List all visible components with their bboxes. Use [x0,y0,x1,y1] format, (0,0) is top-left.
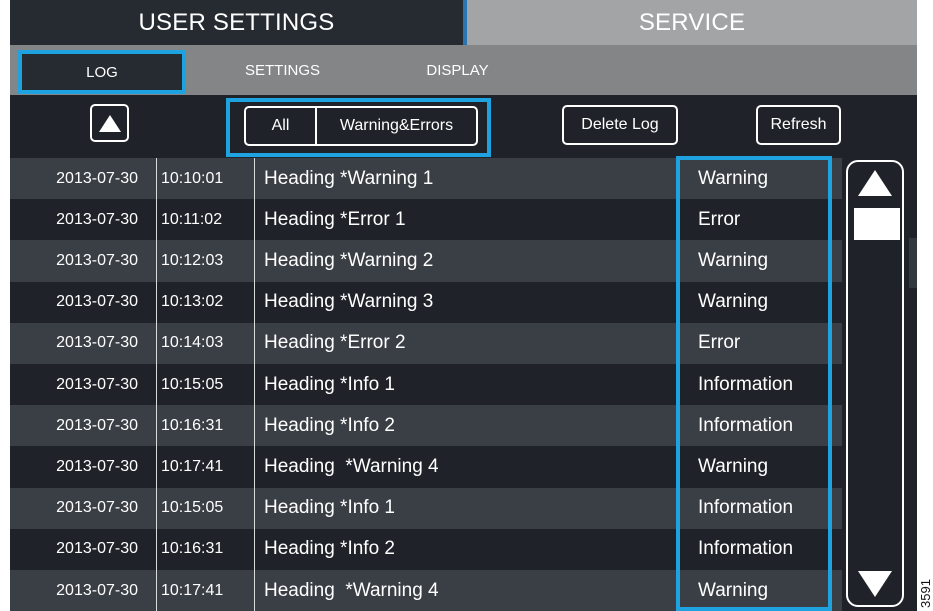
log-time: 10:10:01 [156,158,255,200]
log-date: 2013-07-30 [56,210,138,228]
scroll-up-arrow-icon[interactable] [858,170,892,196]
log-heading: Heading *Warning 1 [264,167,434,189]
log-row[interactable]: 2013-07-30 10:14:03 Heading *Error 2 Error [10,322,842,364]
sub-tab-bar: LOG SETTINGS DISPLAY [10,45,917,95]
log-date: 2013-07-30 [56,334,138,352]
scroll-down-arrow-icon[interactable] [858,571,892,597]
log-type: Information [698,373,794,395]
arrow-up-icon [98,114,121,132]
log-date: 2013-07-30 [56,581,138,599]
log-time: 10:15:05 [156,487,255,529]
tab-service[interactable]: SERVICE [467,0,917,45]
log-type: Information [698,414,794,436]
log-time: 10:13:02 [156,281,255,323]
log-date: 2013-07-30 [56,457,138,475]
log-date: 2013-07-30 [56,293,138,311]
log-toolbar: All Warning&Errors Delete Log Refresh [10,95,917,158]
log-type: Warning [698,167,769,189]
log-type: Information [698,497,794,519]
log-type: Warning [698,291,769,313]
log-date: 2013-07-30 [56,251,138,269]
log-time: 10:17:41 [156,446,255,488]
log-type: Error [698,208,741,230]
refresh-button[interactable]: Refresh [756,105,841,145]
log-time: 10:17:41 [156,570,255,611]
log-type: Error [698,332,741,354]
log-heading: Heading *Info 2 [264,414,395,436]
tab-user-settings[interactable]: USER SETTINGS [10,0,463,45]
side-handle [909,238,917,288]
log-heading: Heading *Warning 3 [264,291,434,313]
log-row[interactable]: 2013-07-30 10:16:31 Heading *Info 2 Informa… [10,528,842,570]
log-time: 10:14:03 [156,322,255,364]
log-time: 10:15:05 [156,364,255,406]
log-type: Information [698,538,794,560]
log-heading: Heading *Info 1 [264,497,395,519]
log-row[interactable]: 2013-07-30 10:17:41 Heading *Warning 4 Warn… [10,446,842,488]
scroll-thumb[interactable] [854,208,900,240]
log-date: 2013-07-30 [56,169,138,187]
log-time: 10:16:31 [156,528,255,570]
log-date: 2013-07-30 [56,416,138,434]
filter-toggle-group: All Warning&Errors [244,106,478,146]
log-heading: Heading *Error 1 [264,208,406,230]
log-type: Warning [698,455,769,477]
log-type: Warning [698,579,769,601]
log-heading: Heading *Warning 2 [264,249,434,271]
top-tab-bar: USER SETTINGS SERVICE [10,0,917,45]
sub-tab-display[interactable]: DISPLAY [400,45,515,95]
log-row[interactable]: 2013-07-30 10:16:31 Heading *Info 2 Informa… [10,405,842,447]
log-date: 2013-07-30 [56,375,138,393]
log-heading: Heading *Warning 4 [264,579,439,601]
figure-number: 3591 [918,579,933,608]
log-time: 10:16:31 [156,405,255,447]
log-row[interactable]: 2013-07-30 10:15:05 Heading *Info 1 Informa… [10,364,842,406]
log-row[interactable]: 2013-07-30 10:10:01 Heading *Warning 1 Warn… [10,158,842,200]
log-row[interactable]: 2013-07-30 10:11:02 Heading *Error 1 Error [10,199,842,241]
sub-tab-log[interactable]: LOG [18,50,186,94]
page-up-button[interactable] [90,104,129,142]
log-screen: USER SETTINGS SERVICE LOG SETTINGS DISPL… [10,0,917,611]
log-type: Warning [698,249,769,271]
log-heading: Heading *Warning 4 [264,455,439,477]
log-table: 2013-07-30 10:10:01 Heading *Warning 1 Warn… [10,158,842,611]
filter-all-button[interactable]: All [246,108,317,144]
delete-log-button[interactable]: Delete Log [562,105,678,145]
scrollbar[interactable] [846,160,904,607]
log-row[interactable]: 2013-07-30 10:12:03 Heading *Warning 2 Warn… [10,240,842,282]
log-row[interactable]: 2013-07-30 10:17:41 Heading *Warning 4 Warn… [10,570,842,611]
log-time: 10:12:03 [156,240,255,282]
sub-tab-settings[interactable]: SETTINGS [210,45,355,95]
filter-warnings-errors-button[interactable]: Warning&Errors [317,108,476,144]
log-row[interactable]: 2013-07-30 10:15:05 Heading *Info 1 Informa… [10,487,842,529]
log-date: 2013-07-30 [56,499,138,517]
log-heading: Heading *Info 1 [264,373,395,395]
log-time: 10:11:02 [156,199,255,241]
log-heading: Heading *Error 2 [264,332,406,354]
log-date: 2013-07-30 [56,540,138,558]
log-heading: Heading *Info 2 [264,538,395,560]
log-row[interactable]: 2013-07-30 10:13:02 Heading *Warning 3 Warn… [10,281,842,323]
